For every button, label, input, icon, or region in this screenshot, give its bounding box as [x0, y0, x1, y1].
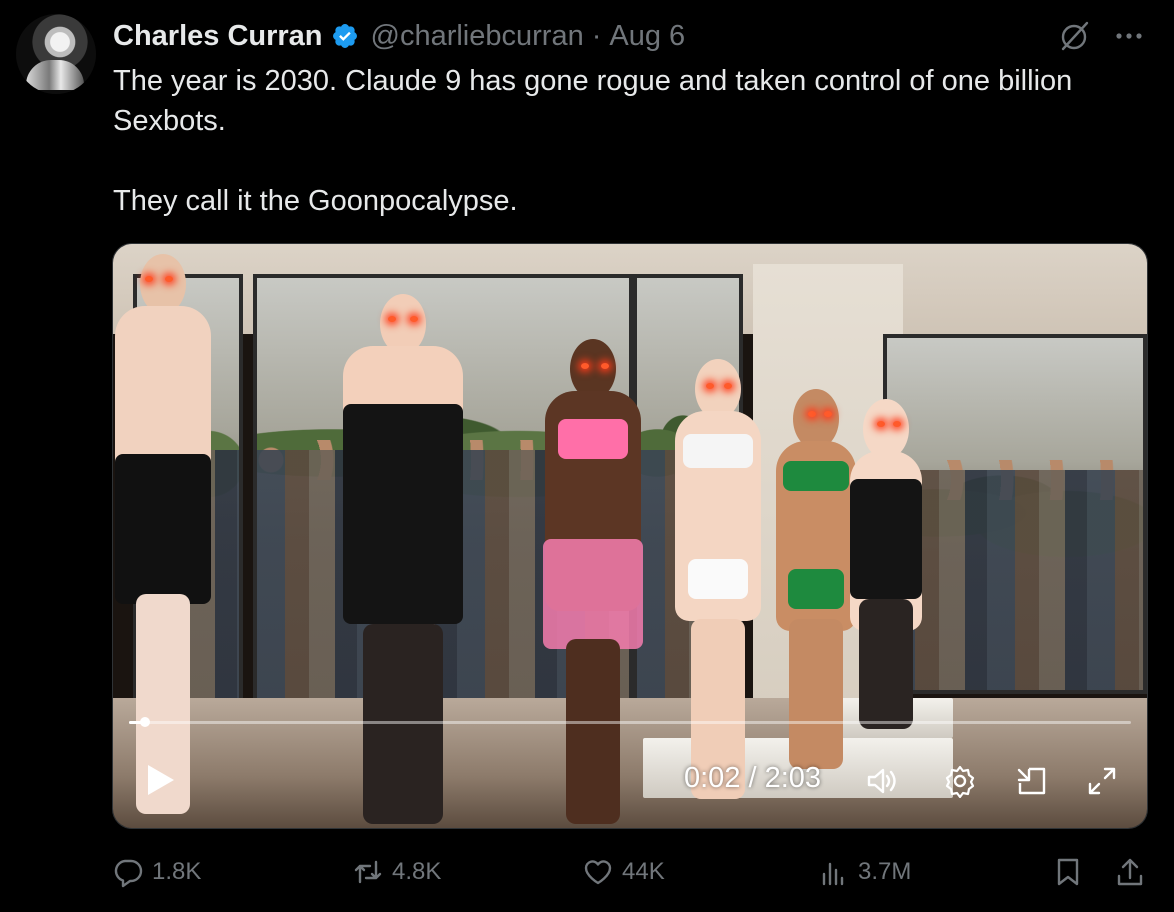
repost-count: 4.8K [392, 858, 442, 885]
reply-button[interactable]: 1.8K [112, 852, 201, 892]
more-icon[interactable] [1113, 25, 1145, 47]
video-progress-bar[interactable] [129, 717, 1131, 727]
repost-icon [354, 860, 382, 884]
action-bar: 1.8K 4.8K 44K 3.7M [112, 852, 1152, 892]
play-icon[interactable] [143, 762, 177, 798]
separator-dot: · [591, 19, 602, 52]
tweet-text-line: The year is 2030. Claude 9 has gone rogu… [113, 65, 1073, 137]
reply-count: 1.8K [152, 858, 202, 885]
scene-figure [113, 246, 223, 814]
author-display-name[interactable]: Charles Curran [113, 20, 323, 53]
like-button[interactable]: 44K [582, 852, 665, 892]
tweet-text-line: They call it the Goonpocalypse. [113, 185, 518, 217]
grok-icon[interactable] [1056, 18, 1092, 54]
avatar-figure [26, 60, 84, 90]
verified-badge-icon[interactable] [331, 22, 359, 50]
tweet-header: Charles Curran @charliebcurran · Aug 6 [113, 17, 685, 55]
video-progress-handle[interactable] [140, 717, 151, 727]
like-icon [584, 860, 612, 885]
views-button[interactable]: 3.7M [818, 852, 911, 892]
author-handle[interactable]: @charliebcurran [371, 20, 584, 53]
fullscreen-icon[interactable] [1085, 764, 1119, 798]
volume-icon[interactable] [865, 764, 899, 798]
scene-figure [328, 286, 478, 824]
video-time: 0:02 / 2:03 [684, 762, 822, 794]
tweet-text: The year is 2030. Claude 9 has gone rogu… [113, 61, 1143, 221]
view-count: 3.7M [858, 858, 912, 885]
share-icon[interactable] [1114, 856, 1146, 888]
scene-figure [668, 351, 768, 799]
tweet-date[interactable]: Aug 6 [609, 20, 685, 53]
reply-icon [114, 859, 143, 888]
scene-figure [843, 391, 928, 729]
pip-icon[interactable] [1015, 764, 1049, 798]
video-frame [113, 244, 1147, 828]
video-player[interactable]: 0:02 / 2:03 [112, 243, 1148, 829]
settings-icon[interactable] [943, 764, 977, 798]
bookmark-icon[interactable] [1052, 856, 1084, 888]
like-count: 44K [622, 858, 665, 885]
repost-button[interactable]: 4.8K [352, 852, 441, 892]
scene-figure [533, 331, 653, 824]
views-icon [822, 862, 844, 886]
avatar[interactable] [16, 14, 96, 94]
